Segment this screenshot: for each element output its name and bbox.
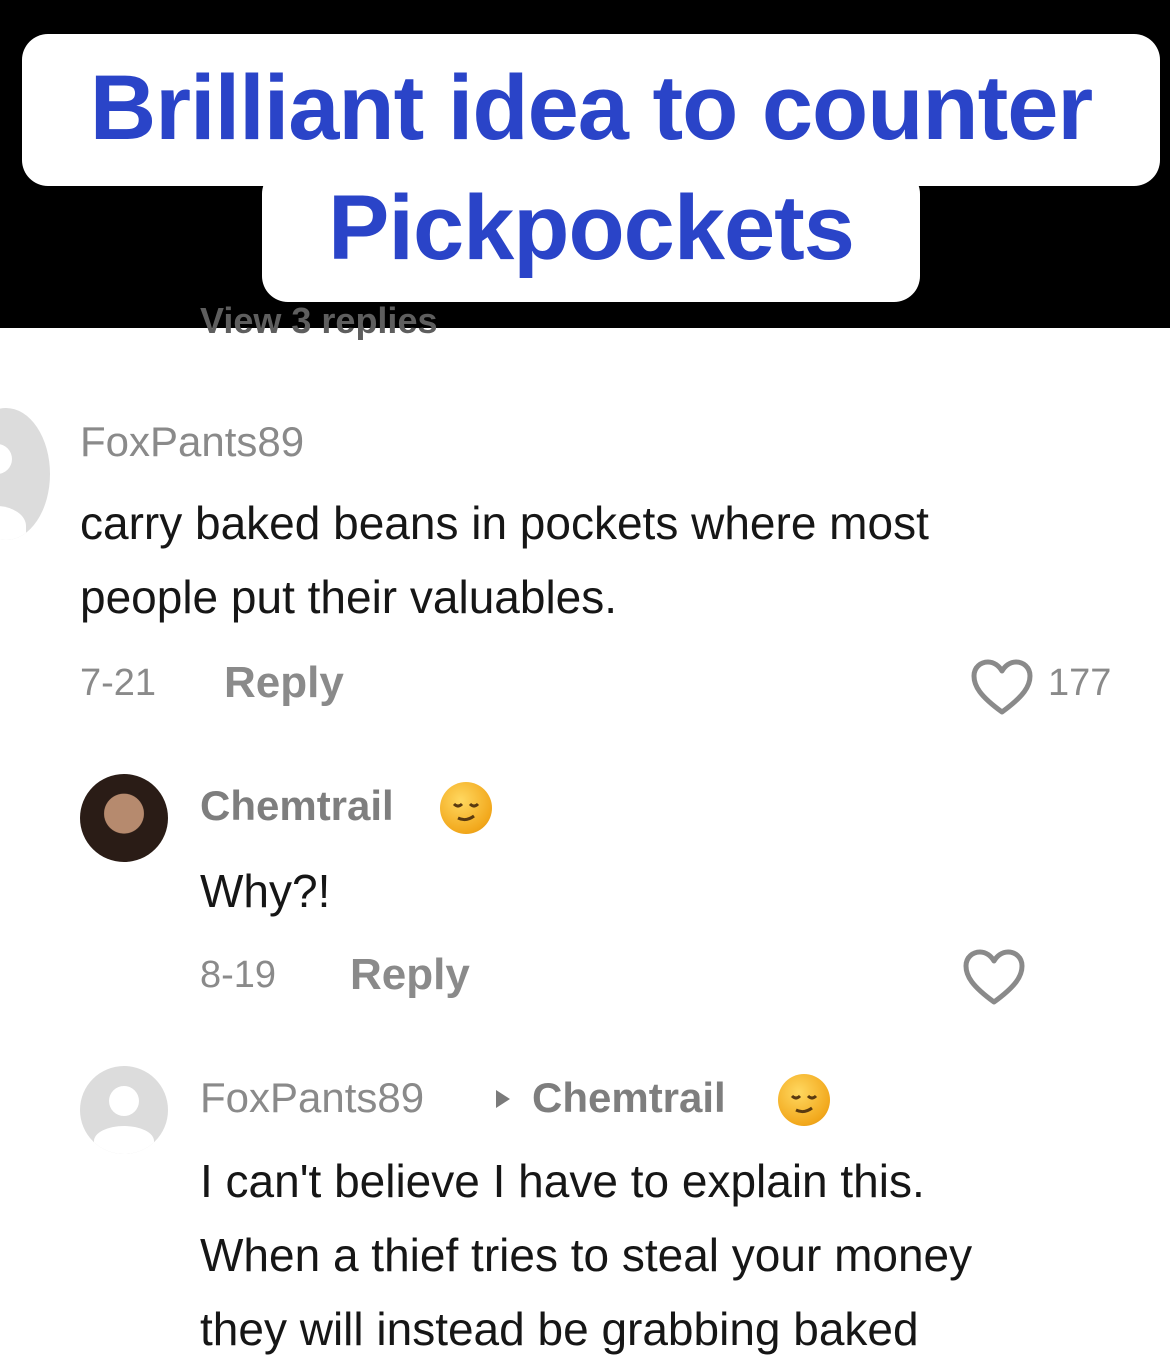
relieved-face-emoji [440,782,492,834]
comment-text-line: they will instead be grabbing baked [200,1303,919,1355]
video-caption: Brilliant idea to counter Pickpockets [0,0,1170,328]
reply-button[interactable]: Reply [350,950,470,1000]
triangle-right-icon [496,1090,510,1108]
like-count: 177 [1048,662,1112,704]
reply-to-username[interactable]: Chemtrail [532,1074,726,1122]
avatar[interactable] [0,408,50,540]
comment-text-line: people put their valuables. [80,571,618,623]
comment-text-line: I can't believe I have to explain this. [200,1155,925,1207]
heart-icon[interactable] [970,658,1034,716]
comment-date: 8-19 [200,954,277,996]
avatar[interactable] [80,1066,168,1154]
comment-text-line: Why?! [200,865,331,917]
comment-text-line: When a thief tries to steal your money [200,1229,973,1281]
comment-username[interactable]: Chemtrail [200,782,394,830]
caption-line-1: Brilliant idea to counter [22,34,1160,186]
comment-date: 7-21 [80,662,157,704]
comment-text-line: carry baked beans in pockets where most [80,497,929,549]
avatar[interactable] [80,774,168,862]
caption-line-2: Pickpockets [262,168,920,302]
relieved-face-emoji [778,1074,830,1126]
heart-icon[interactable] [962,948,1026,1006]
comment-username[interactable]: FoxPants89 [80,418,304,466]
comment-username[interactable]: FoxPants89 [200,1074,424,1122]
reply-button[interactable]: Reply [224,658,344,708]
